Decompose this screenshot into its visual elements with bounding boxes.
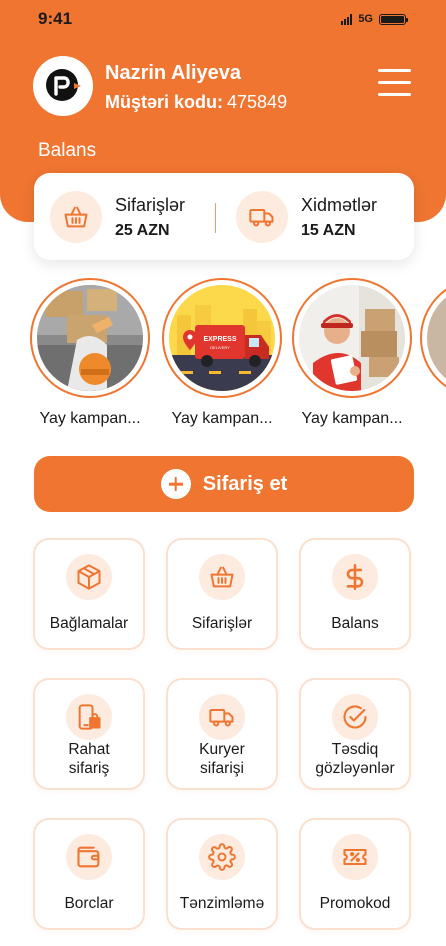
user-name: Nazrin Aliyeva — [105, 62, 241, 84]
tile-label: Kuryer sifarişi — [168, 740, 276, 778]
tile-label-line2: sifariş — [68, 760, 110, 777]
tile-label: Bağlamalar — [49, 615, 129, 632]
ticket-icon — [332, 834, 378, 880]
story-item[interactable]: EXPRESS DELIVERY Yay kampan... — [162, 278, 282, 428]
customer-code: Müştəri kodu: 475849 — [105, 92, 287, 113]
phone-bag-icon — [66, 694, 112, 740]
order-button-label: Sifariş et — [202, 472, 288, 495]
balance-services-label: Xidmətlər — [301, 194, 378, 215]
tile-label: Rahat sifariş — [35, 740, 143, 778]
network-type: 5G — [358, 13, 373, 25]
story-item[interactable]: Yay kampan... — [30, 278, 150, 428]
wallet-icon — [66, 834, 112, 880]
tile-packages[interactable]: Bağlamalar — [33, 538, 145, 650]
tile-label: Borclar — [64, 895, 114, 912]
story-image-van: EXPRESS DELIVERY — [169, 285, 275, 391]
tile-pending-approval[interactable]: Təsdiq gözləyənlər — [299, 678, 411, 790]
tile-label: Sifarişlər — [191, 615, 253, 632]
balance-divider — [215, 203, 216, 233]
story-image-partial — [427, 285, 446, 391]
balance-title: Balans — [38, 140, 97, 161]
basket-icon — [50, 191, 102, 243]
story-image-courier — [299, 285, 405, 391]
package-icon — [66, 554, 112, 600]
dollar-icon — [332, 554, 378, 600]
truck-icon — [236, 191, 288, 243]
story-item-partial[interactable] — [420, 278, 446, 398]
tile-courier-order[interactable]: Kuryer sifarişi — [166, 678, 278, 790]
status-bar: 9:41 5G — [0, 0, 446, 40]
status-time: 9:41 — [38, 9, 73, 28]
logo-icon — [46, 69, 81, 101]
story-label: Yay kampan... — [39, 410, 141, 427]
tile-easy-order[interactable]: Rahat sifariş — [33, 678, 145, 790]
tile-label: Balans — [331, 615, 379, 632]
signal-icon — [341, 13, 353, 25]
tile-label-line2: gözləyənlər — [315, 760, 395, 777]
balance-orders-amount: 25 AZN — [115, 221, 170, 239]
tile-settings[interactable]: Tənzimləmə — [166, 818, 278, 930]
story-label: Yay kampan... — [171, 410, 273, 427]
status-indicators: 5G — [341, 13, 408, 25]
balance-orders[interactable]: Sifarişlər 25 AZN — [50, 191, 185, 243]
gear-icon — [199, 834, 245, 880]
tile-promocode[interactable]: Promokod — [299, 818, 411, 930]
order-button[interactable]: Sifariş et — [34, 456, 414, 512]
svg-text:DELIVERY: DELIVERY — [210, 345, 230, 350]
customer-code-value: 475849 — [227, 92, 288, 112]
plus-icon — [160, 469, 191, 499]
story-item[interactable]: Yay kampan... — [292, 278, 412, 428]
battery-icon — [379, 13, 408, 25]
avatar[interactable] — [33, 56, 93, 116]
tile-label-line2: sifarişi — [200, 760, 244, 777]
hamburger-menu-icon[interactable] — [378, 69, 411, 99]
customer-code-label: Müştəri kodu: — [105, 92, 224, 112]
tile-label: Tənzimləmə — [179, 895, 265, 912]
tile-label-line1: Rahat — [68, 741, 110, 758]
truck-icon — [199, 694, 245, 740]
tile-label-line1: Təsdiq — [331, 741, 379, 758]
basket-icon — [199, 554, 245, 600]
story-image-worker — [37, 285, 143, 391]
tile-label: Təsdiq gözləyənlər — [301, 740, 409, 778]
tile-debts[interactable]: Borclar — [33, 818, 145, 930]
balance-card: Sifarişlər 25 AZN Xidmətlər 15 AZN — [34, 173, 414, 260]
story-label: Yay kampan... — [301, 410, 403, 427]
stories-carousel[interactable]: Yay kampan... EXPRESS DELIVERY Yay kampa… — [0, 278, 446, 438]
tile-label-line1: Kuryer — [199, 741, 245, 758]
check-circle-icon — [332, 694, 378, 740]
tile-orders[interactable]: Sifarişlər — [166, 538, 278, 650]
balance-services[interactable]: Xidmətlər 15 AZN — [236, 191, 377, 243]
balance-services-amount: 15 AZN — [301, 221, 356, 239]
tile-label: Promokod — [319, 895, 391, 912]
tile-balance[interactable]: Balans — [299, 538, 411, 650]
balance-orders-label: Sifarişlər — [115, 194, 186, 215]
svg-text:EXPRESS: EXPRESS — [203, 336, 236, 343]
